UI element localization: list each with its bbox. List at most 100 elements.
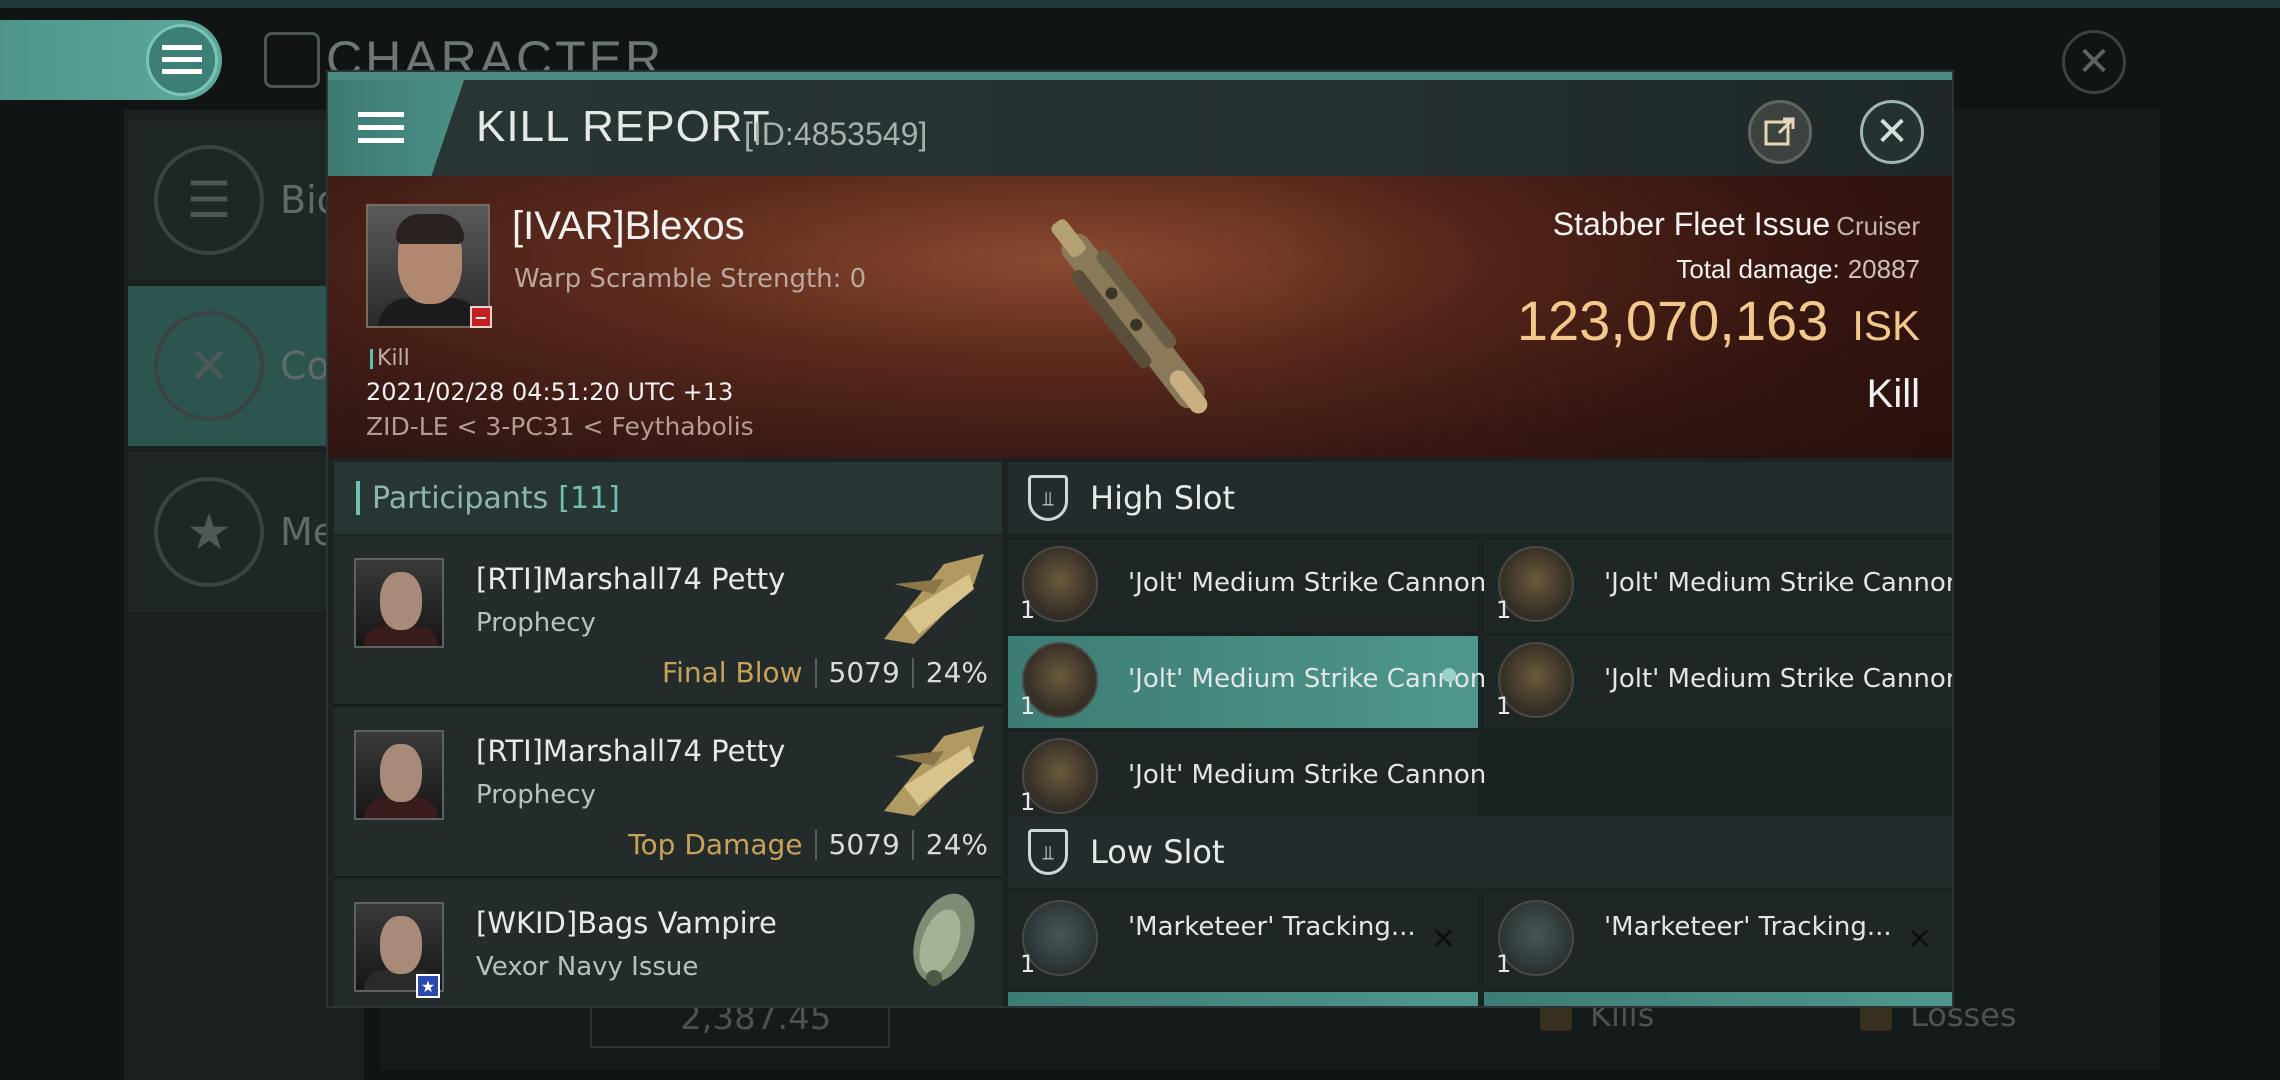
- isk-amount: 123,070,163: [1516, 289, 1829, 352]
- victim-ship-image: [1051, 219, 1208, 414]
- modal-header: KILL REPORT [ID:4853549] ✕: [328, 80, 1952, 176]
- total-damage-value: 20887: [1847, 254, 1920, 284]
- total-damage: Total damage: 20887: [1676, 254, 1920, 285]
- fitting-panel: ⫫ High Slot 1 'Jolt' Medium Strike Canno…: [1008, 462, 1954, 1006]
- module-slot[interactable]: 1 'Jolt' Medium Strike Cannon: [1008, 732, 1486, 824]
- participant-row[interactable]: ★ [WKID]Bags Vampire Vexor Navy Issue: [334, 880, 1002, 1006]
- modal-top-accent: [328, 72, 1952, 80]
- list-icon: ☰: [154, 145, 264, 255]
- star-icon: ★: [154, 477, 264, 587]
- module-name: 'Jolt' Medium Strike Cannon: [1128, 664, 1487, 694]
- kill-report-modal: KILL REPORT [ID:4853549] ✕ − [IVAR]Blexo…: [326, 70, 1954, 1008]
- isk-value: 123,070,163 ISK: [1517, 288, 1920, 353]
- participant-row[interactable]: [RTI]Marshall74 Petty Prophecy Top Damag…: [334, 708, 1002, 878]
- participant-damage: 5079: [828, 656, 900, 689]
- module-name: 'Jolt' Medium Strike Cannon: [1128, 568, 1487, 598]
- participant-name: [RTI]Marshall74 Petty: [476, 562, 786, 596]
- module-slot-partial[interactable]: [1484, 992, 1952, 1006]
- star-badge-icon: ★: [416, 974, 440, 998]
- hamburger-icon: [358, 112, 404, 143]
- sidebar-item-label: Co: [280, 344, 330, 388]
- background-close-icon[interactable]: ✕: [2062, 30, 2126, 94]
- participant-ship-image: [884, 554, 984, 644]
- participant-name: [WKID]Bags Vampire: [476, 906, 777, 940]
- low-slot-header: ⫫ Low Slot: [1008, 816, 1952, 888]
- module-slot[interactable]: 1 'Marketeer' Tracking... ✕: [1008, 894, 1478, 986]
- module-name: 'Marketeer' Tracking...: [1604, 912, 1892, 942]
- participant-tag: Top Damage: [628, 828, 803, 861]
- warp-scramble-strength: Warp Scramble Strength: 0: [514, 264, 867, 294]
- standing-badge-icon: −: [470, 306, 492, 328]
- victim-name[interactable]: [IVAR]Blexos: [512, 204, 745, 249]
- participant-ship: Prophecy: [476, 780, 596, 810]
- module-name: 'Marketeer' Tracking...: [1128, 912, 1416, 942]
- main-menu-button[interactable]: [146, 24, 218, 96]
- participants-panel: Participants [11] [RTI]Marshall74 Petty …: [334, 462, 1002, 1006]
- participant-tag: Final Blow: [662, 656, 803, 689]
- low-slot-label: Low Slot: [1090, 833, 1225, 871]
- participant-avatar: [354, 730, 444, 820]
- hamburger-icon: [162, 45, 202, 74]
- participant-percent: 24%: [925, 656, 988, 689]
- module-name: 'Jolt' Medium Strike Cannon: [1604, 568, 1954, 598]
- participant-stats: Top Damage 5079 24%: [628, 828, 988, 861]
- crossed-swords-icon: ✕: [154, 311, 264, 421]
- module-qty: 1: [1020, 950, 1036, 978]
- close-icon: ✕: [1875, 109, 1909, 155]
- participant-damage: 5079: [828, 828, 900, 861]
- modal-title: KILL REPORT: [476, 102, 771, 151]
- module-qty: 1: [1020, 596, 1036, 624]
- high-slot-label: High Slot: [1090, 479, 1236, 517]
- modal-menu-button[interactable]: [328, 80, 464, 176]
- header-bar: [356, 481, 360, 515]
- destroyed-x-icon: ✕: [1430, 922, 1456, 957]
- divider: [814, 657, 817, 688]
- module-slot[interactable]: 1 'Jolt' Medium Strike Cannon: [1008, 540, 1486, 632]
- participant-ship: Vexor Navy Issue: [476, 952, 699, 982]
- participant-name: [RTI]Marshall74 Petty: [476, 734, 786, 768]
- module-slot-partial[interactable]: [1008, 992, 1478, 1006]
- module-slot[interactable]: 1 'Jolt' Medium Strike Cannon: [1484, 540, 1954, 632]
- participants-label: Participants: [372, 480, 549, 516]
- participant-ship-image: [884, 726, 984, 816]
- tag-bar: [370, 348, 373, 369]
- victim-ship-name[interactable]: Stabber Fleet Issue Cruiser: [1553, 206, 1920, 243]
- isk-unit: ISK: [1852, 302, 1920, 349]
- share-icon: [1764, 117, 1795, 146]
- module-name: 'Jolt' Medium Strike Cannon: [1604, 664, 1954, 694]
- close-button[interactable]: ✕: [1860, 100, 1924, 164]
- module-slot[interactable]: 1 'Marketeer' Tracking... ✕: [1484, 894, 1952, 986]
- participant-percent: 24%: [925, 828, 988, 861]
- avatar-face: [380, 572, 422, 630]
- victim-tag: Kill: [370, 346, 410, 371]
- destroyed-x-icon: ✕: [1906, 922, 1932, 957]
- report-id: [ID:4853549]: [744, 116, 928, 152]
- module-name: 'Jolt' Medium Strike Cannon: [1128, 760, 1487, 790]
- selected-dot-icon: [1442, 668, 1456, 682]
- total-damage-label: Total damage:: [1676, 254, 1840, 284]
- module-qty: 1: [1496, 950, 1512, 978]
- share-button[interactable]: [1748, 100, 1812, 164]
- participants-header: Participants [11]: [334, 462, 1002, 534]
- participant-stats: Final Blow 5079 24%: [662, 656, 988, 689]
- divider: [911, 829, 914, 860]
- module-qty: 1: [1020, 692, 1036, 720]
- background-top-strip: [0, 0, 2280, 8]
- vitruvian-icon: [264, 32, 320, 88]
- module-qty: 1: [1496, 596, 1512, 624]
- victim-banner: − [IVAR]Blexos Warp Scramble Strength: 0…: [328, 176, 1952, 458]
- low-slot-icon: ⫫: [1028, 829, 1068, 875]
- avatar-face: [380, 916, 422, 974]
- high-slot-header: ⫫ High Slot: [1008, 462, 1952, 534]
- avatar-face: [380, 744, 422, 802]
- kill-location[interactable]: ZID-LE < 3-PC31 < Feythabolis: [366, 412, 754, 441]
- module-slot-selected[interactable]: 1 'Jolt' Medium Strike Cannon: [1008, 636, 1486, 728]
- module-qty: 1: [1496, 692, 1512, 720]
- portrait-hair: [396, 214, 464, 244]
- module-slot[interactable]: 1 'Jolt' Medium Strike Cannon: [1484, 636, 1954, 728]
- participant-row[interactable]: [RTI]Marshall74 Petty Prophecy Final Blo…: [334, 536, 1002, 706]
- participants-count: [11]: [558, 480, 620, 516]
- high-slot-icon: ⫫: [1028, 475, 1068, 521]
- ship-class: Cruiser: [1836, 211, 1920, 241]
- result-label: Kill: [1866, 372, 1920, 416]
